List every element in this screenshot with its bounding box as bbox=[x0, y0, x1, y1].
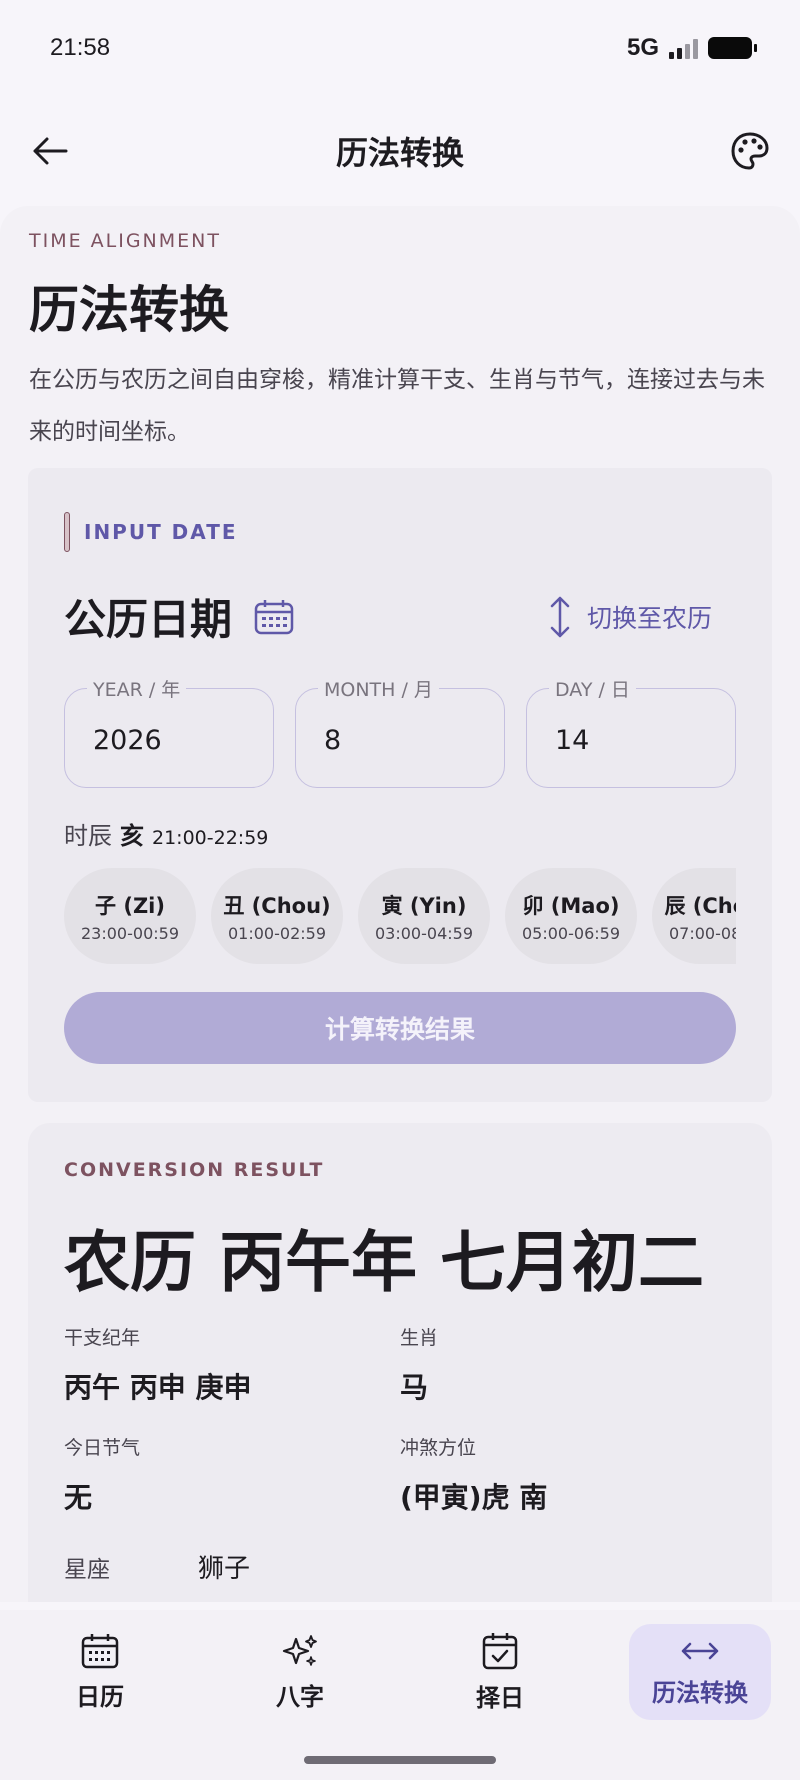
chip-range: 07:00-08:59 bbox=[669, 923, 736, 943]
status-time: 21:58 bbox=[50, 34, 111, 61]
switch-label: 切换至农历 bbox=[586, 603, 712, 633]
page-title: 历法转换 bbox=[335, 134, 464, 172]
constellation-label: 星座 bbox=[64, 1556, 110, 1583]
shichen-chips: 子 (Zi) 23:00-00:59 丑 (Chou) 01:00-02:59 … bbox=[64, 868, 736, 964]
input-section-label: INPUT DATE bbox=[84, 520, 238, 544]
status-icons: 5G bbox=[626, 34, 757, 62]
calendar-icon bbox=[81, 1633, 119, 1668]
clash-value: (甲寅)虎 南 bbox=[400, 1481, 548, 1514]
date-type-title: 公历日期 bbox=[64, 586, 294, 647]
chip-name: 卯 (Mao) bbox=[522, 893, 620, 918]
palette-icon bbox=[731, 132, 769, 170]
switch-to-lunar-button[interactable]: 切换至农历 bbox=[549, 595, 736, 639]
clash-label: 冲煞方位 bbox=[400, 1437, 477, 1459]
ganzhi-cell: 干支纪年 丙午 丙申 庚申 bbox=[64, 1323, 400, 1433]
intro-section: TIME ALIGNMENT 历法转换 在公历与农历之间自由穿梭，精准计算干支、… bbox=[29, 230, 771, 458]
nav-item-conversion[interactable]: 历法转换 bbox=[629, 1624, 771, 1720]
calendar-check-icon bbox=[482, 1632, 518, 1669]
input-section-header: INPUT DATE bbox=[64, 512, 238, 552]
intro-headline: 历法转换 bbox=[29, 281, 229, 339]
day-field[interactable]: DAY / 日 14 bbox=[526, 675, 736, 788]
nav-label: 八字 bbox=[276, 1682, 324, 1711]
zodiac-cell: 生肖 马 bbox=[400, 1323, 736, 1433]
chip-range: 23:00-00:59 bbox=[81, 923, 179, 943]
month-field[interactable]: MONTH / 月 8 bbox=[295, 675, 505, 788]
shichen-chip-chou[interactable]: 丑 (Chou) 01:00-02:59 bbox=[211, 868, 343, 964]
day-field-value: 14 bbox=[555, 725, 590, 756]
chip-name: 寅 (Yin) bbox=[381, 893, 467, 918]
shichen-label: 时辰 bbox=[64, 822, 112, 850]
signal-icon bbox=[669, 37, 698, 59]
intro-eyebrow: TIME ALIGNMENT bbox=[29, 230, 221, 252]
nav-label: 日历 bbox=[76, 1682, 124, 1711]
lunar-date-result: 农历 丙午年 七月初二 bbox=[64, 1224, 704, 1301]
solar-term-label: 今日节气 bbox=[64, 1437, 141, 1459]
conversion-result-card: CONVERSION RESULT 农历 丙午年 七月初二 干支纪年 丙午 丙申… bbox=[28, 1123, 772, 1602]
clash-cell: 冲煞方位 (甲寅)虎 南 bbox=[400, 1433, 736, 1543]
chip-name: 丑 (Chou) bbox=[223, 893, 331, 918]
intro-description: 在公历与农历之间自由穿梭，精准计算干支、生肖与节气，连接过去与未来的时间坐标。 bbox=[29, 367, 765, 445]
shichen-chip-mao[interactable]: 卯 (Mao) 05:00-06:59 bbox=[505, 868, 637, 964]
chip-range: 05:00-06:59 bbox=[522, 923, 620, 943]
swap-horizontal-icon bbox=[681, 1642, 719, 1659]
zodiac-value: 马 bbox=[400, 1371, 429, 1404]
content-area[interactable]: TIME ALIGNMENT 历法转换 在公历与农历之间自由穿梭，精准计算干支、… bbox=[0, 206, 800, 1602]
day-field-label: DAY / 日 bbox=[549, 675, 636, 702]
chip-range: 01:00-02:59 bbox=[228, 923, 326, 943]
calendar-icon bbox=[254, 599, 294, 634]
calculate-button[interactable]: 计算转换结果 bbox=[64, 992, 736, 1064]
result-row: 今日节气 无 冲煞方位 (甲寅)虎 南 bbox=[64, 1433, 736, 1543]
shichen-chip-zi[interactable]: 子 (Zi) 23:00-00:59 bbox=[64, 868, 196, 964]
shichen-display: 时辰 亥 21:00-22:59 bbox=[64, 816, 268, 851]
chip-name: 子 (Zi) bbox=[95, 893, 165, 918]
month-field-value: 8 bbox=[324, 725, 342, 756]
theme-button[interactable] bbox=[726, 127, 774, 175]
app-bar: 历法转换 bbox=[0, 105, 800, 197]
shichen-range: 21:00-22:59 bbox=[152, 827, 269, 849]
solar-term-cell: 今日节气 无 bbox=[64, 1433, 400, 1543]
constellation-row: 星座 狮子 bbox=[64, 1548, 250, 1585]
result-row: 干支纪年 丙午 丙申 庚申 生肖 马 bbox=[64, 1323, 736, 1433]
year-field-label: YEAR / 年 bbox=[87, 675, 187, 702]
bottom-navigation: 日历 八字 择日 历法转换 bbox=[0, 1610, 800, 1780]
year-field[interactable]: YEAR / 年 2026 bbox=[64, 675, 274, 788]
ganzhi-value: 丙午 丙申 庚申 bbox=[64, 1371, 252, 1404]
nav-item-bazi[interactable]: 八字 bbox=[229, 1624, 371, 1720]
chip-name: 辰 (Chen) bbox=[664, 893, 736, 918]
battery-icon bbox=[708, 37, 757, 59]
date-type-label: 公历日期 bbox=[64, 595, 233, 644]
status-bar: 21:58 5G bbox=[0, 0, 800, 96]
nav-item-calendar[interactable]: 日历 bbox=[29, 1624, 171, 1720]
constellation-value: 狮子 bbox=[198, 1554, 251, 1584]
solar-term-value: 无 bbox=[64, 1481, 93, 1514]
home-indicator[interactable] bbox=[304, 1756, 496, 1764]
date-type-row: 公历日期 切换至农历 bbox=[64, 586, 736, 647]
nav-item-zeri[interactable]: 择日 bbox=[429, 1624, 571, 1720]
ganzhi-label: 干支纪年 bbox=[64, 1327, 141, 1349]
chip-range: 03:00-04:59 bbox=[375, 923, 473, 943]
back-button[interactable] bbox=[26, 127, 74, 175]
network-type: 5G bbox=[626, 34, 659, 61]
shichen-chip-scroller[interactable]: 子 (Zi) 23:00-00:59 丑 (Chou) 01:00-02:59 … bbox=[64, 868, 736, 964]
date-fields: YEAR / 年 2026 MONTH / 月 8 DAY / 日 14 bbox=[64, 675, 736, 788]
shichen-chip-yin[interactable]: 寅 (Yin) 03:00-04:59 bbox=[358, 868, 490, 964]
month-field-label: MONTH / 月 bbox=[318, 675, 439, 702]
arrow-back-icon bbox=[33, 137, 68, 165]
nav-label: 历法转换 bbox=[652, 1678, 748, 1707]
shichen-value: 亥 bbox=[120, 822, 144, 850]
swap-vertical-icon bbox=[550, 596, 570, 637]
shichen-chip-chen[interactable]: 辰 (Chen) 07:00-08:59 bbox=[652, 868, 736, 964]
sparkle-icon bbox=[282, 1634, 317, 1666]
section-accent-bar bbox=[64, 512, 70, 552]
year-field-value: 2026 bbox=[93, 725, 162, 756]
nav-label: 择日 bbox=[476, 1683, 524, 1712]
zodiac-label: 生肖 bbox=[400, 1327, 439, 1349]
result-eyebrow: CONVERSION RESULT bbox=[64, 1159, 325, 1181]
input-date-card: INPUT DATE 公历日期 切换至农历 YEAR / 年 2026 MONT… bbox=[28, 468, 772, 1102]
result-details: 干支纪年 丙午 丙申 庚申 生肖 马 今日节气 无 冲煞方位 (甲寅)虎 南 bbox=[64, 1323, 736, 1543]
